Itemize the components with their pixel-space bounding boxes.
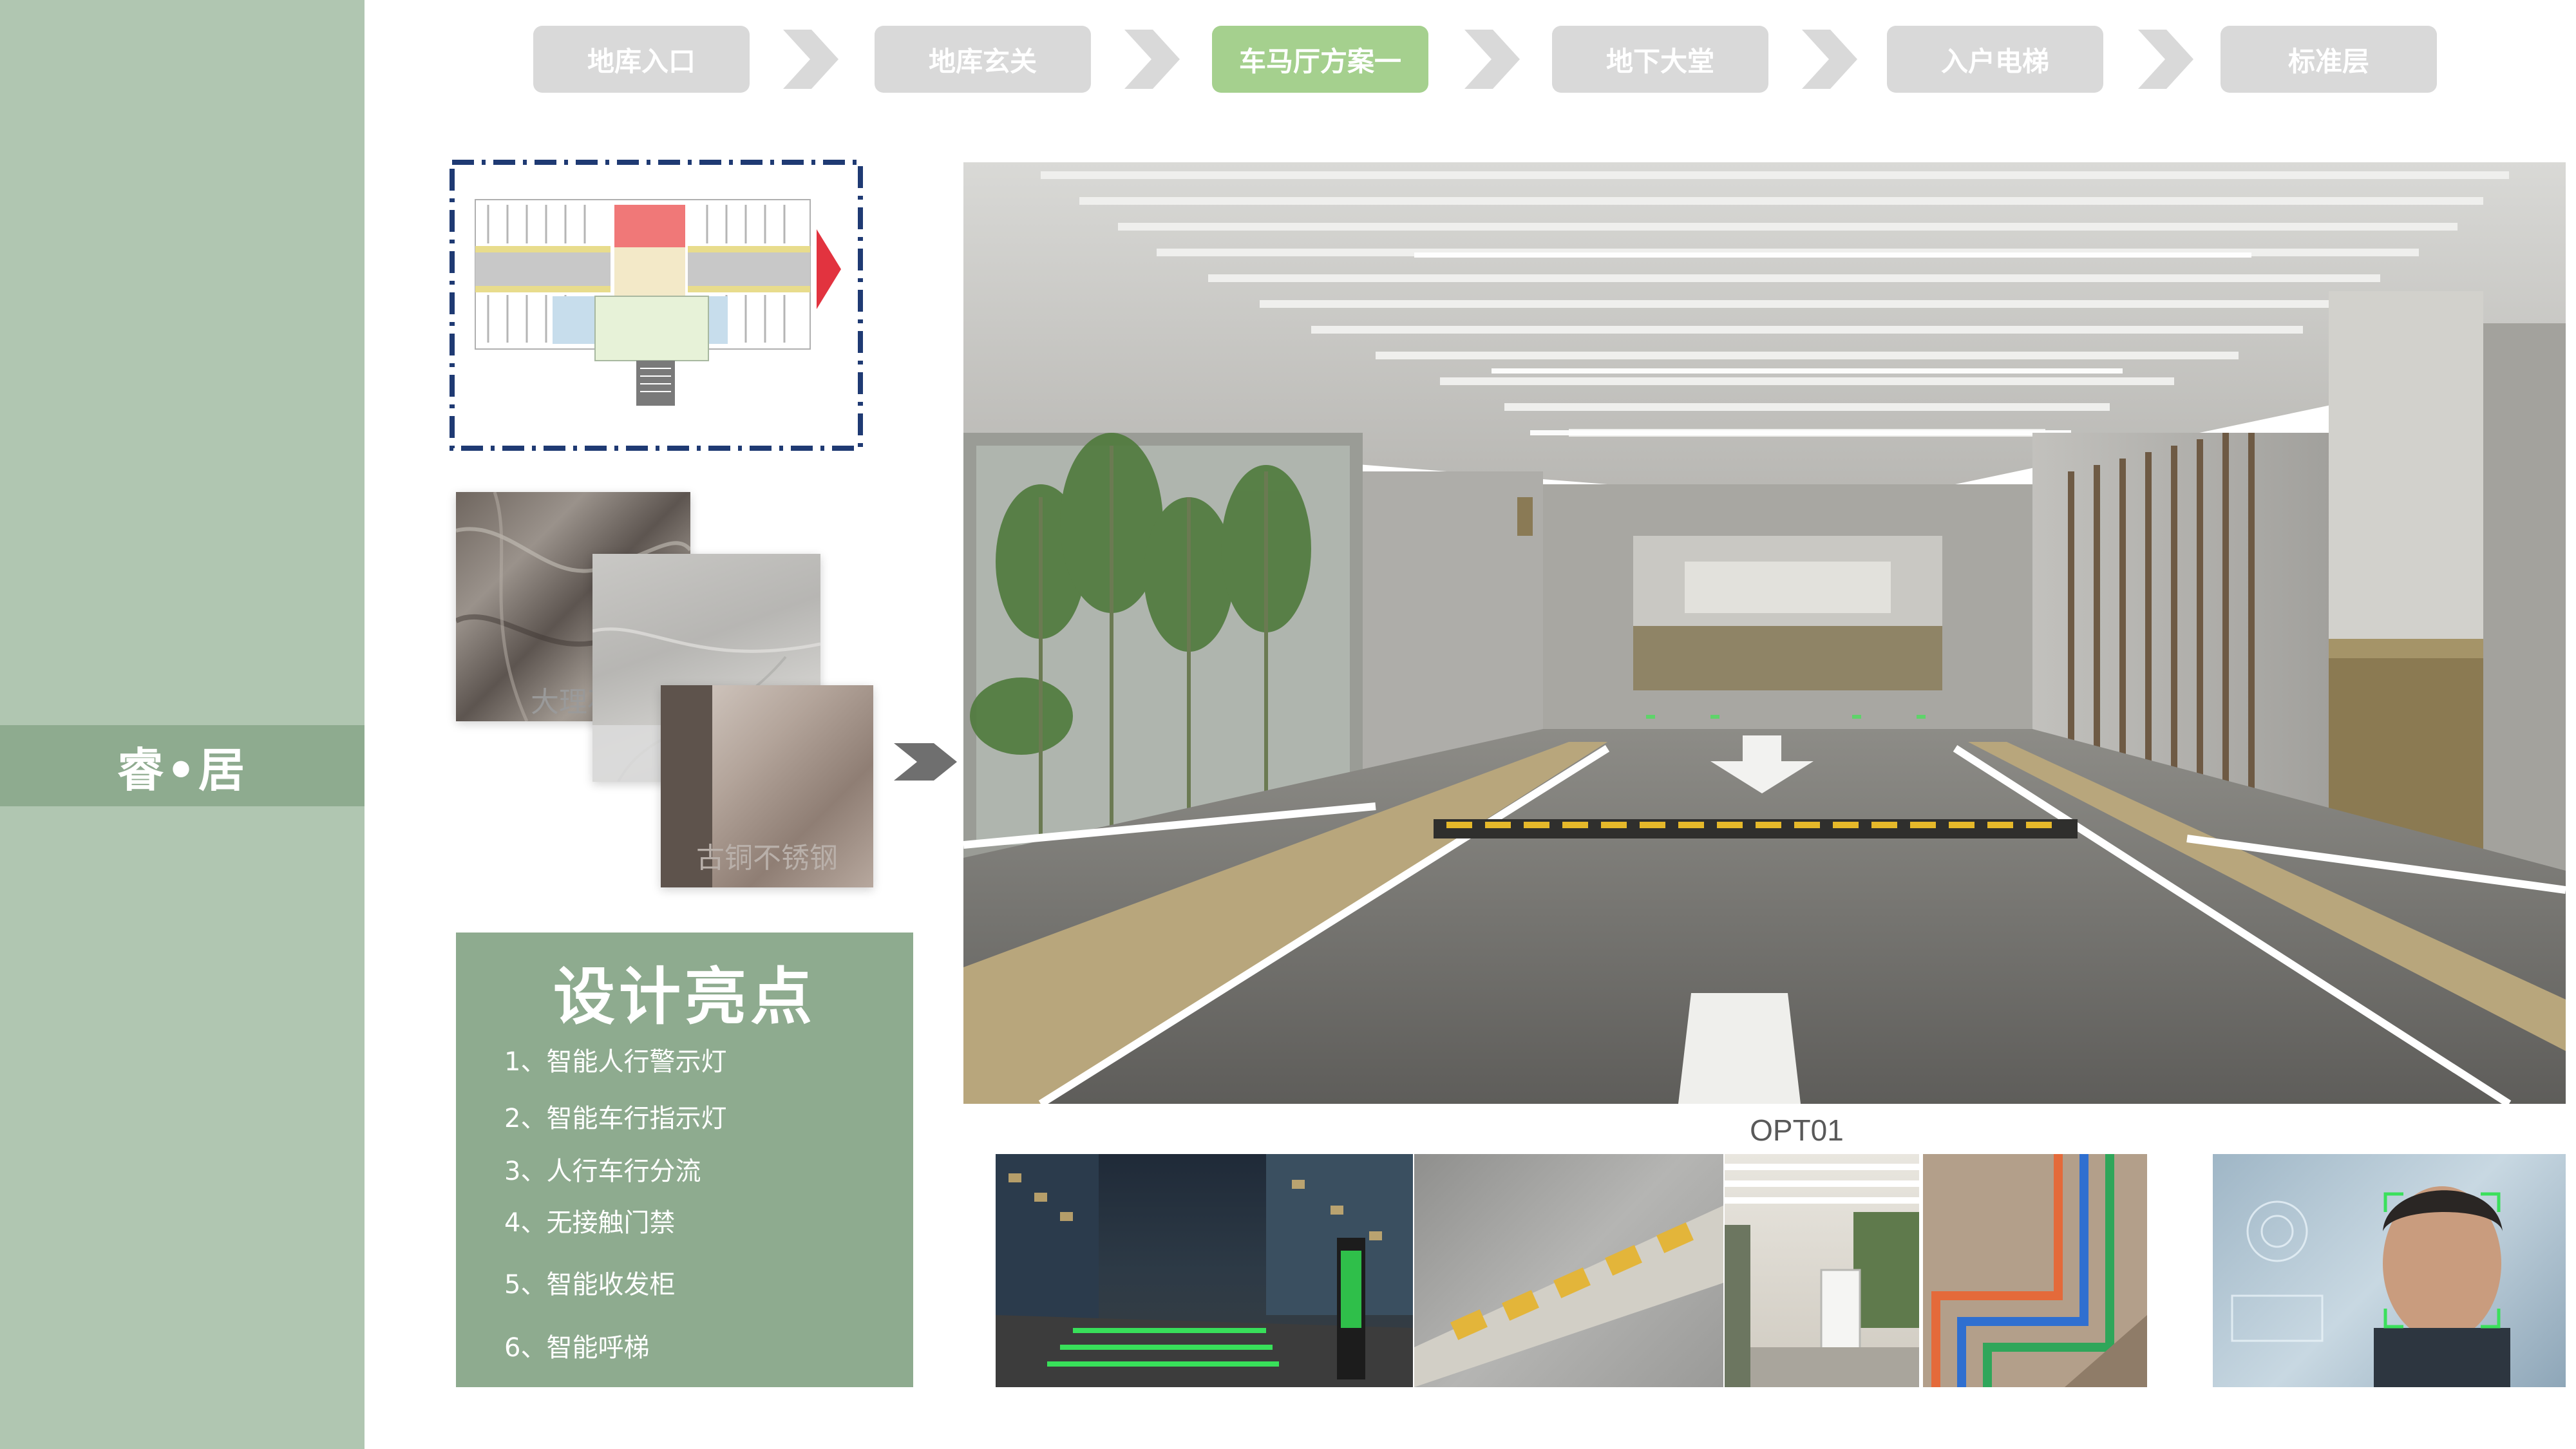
- thumbnail-face-recognition: [2213, 1154, 2566, 1387]
- chevron-right-icon: [1124, 30, 1180, 89]
- step-standard-floor[interactable]: 标准层: [2221, 26, 2437, 93]
- thumbnail-pedestrian-warning: [996, 1154, 1413, 1387]
- chevron-right-icon: [1802, 30, 1857, 89]
- highlights-title: 设计亮点: [553, 961, 816, 1033]
- step-garage-entrance[interactable]: 地库入口: [533, 26, 750, 93]
- highlight-item: 6、智能呼梯: [504, 1333, 650, 1363]
- step-home-elevator[interactable]: 入户电梯: [1887, 26, 2103, 93]
- page: 睿•居 地库入口 地库玄关 车马厅方案一 地下大堂 入户电梯 标准层 大理石 古…: [0, 0, 2576, 1449]
- brand-title: 睿•居: [117, 743, 248, 797]
- render-caption: OPT01: [1750, 1113, 1844, 1147]
- chevron-right-icon: [1464, 30, 1520, 89]
- step-underground-lobby[interactable]: 地下大堂: [1552, 26, 1768, 93]
- brand-band: 睿•居: [0, 725, 365, 806]
- highlight-item: 3、人行车行分流: [504, 1157, 701, 1186]
- chevron-right-icon: [783, 30, 838, 89]
- design-highlights-panel: 设计亮点 1、智能人行警示灯 2、智能车行指示灯 3、人行车行分流 4、无接触门…: [456, 933, 913, 1387]
- chevron-right-icon: [894, 743, 957, 781]
- thumbnail-floor-guidance: [1923, 1154, 2147, 1387]
- thumbnail-pedestrian-separation: [1725, 1154, 1919, 1387]
- highlight-item: 5、智能收发柜: [504, 1270, 676, 1300]
- chevron-right-icon: [2138, 30, 2193, 89]
- highlight-item: 4、无接触门禁: [504, 1208, 676, 1238]
- highlight-item: 2、智能车行指示灯: [504, 1104, 727, 1133]
- floor-plan-keymap: [450, 160, 863, 451]
- car-hall-render: [963, 162, 2566, 1104]
- material-label: 古铜不锈钢: [696, 842, 838, 875]
- thumbnail-vehicle-indicator: [1414, 1154, 1723, 1387]
- step-garage-foyer[interactable]: 地库玄关: [875, 26, 1091, 93]
- step-car-hall-option-1[interactable]: 车马厅方案一: [1212, 26, 1428, 93]
- sidebar: [0, 0, 365, 1449]
- material-swatch-bronze-steel: 古铜不锈钢: [661, 685, 873, 887]
- highlight-item: 1、智能人行警示灯: [504, 1047, 727, 1077]
